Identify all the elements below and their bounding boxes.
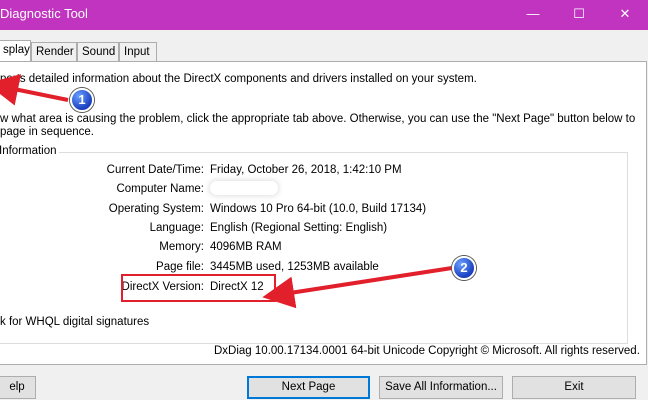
annotation-badge-2: 2	[452, 256, 476, 280]
directx-highlight-box	[121, 274, 276, 302]
label-operating-system: Operating System:	[108, 203, 204, 215]
value-language: English (Regional Setting: English)	[210, 222, 388, 234]
maximize-button[interactable]: ☐	[556, 0, 602, 30]
minimize-button[interactable]: —	[510, 0, 556, 30]
computer-name-redacted	[210, 181, 278, 195]
label-computer-name: Computer Name:	[116, 183, 204, 195]
intro-text-line2: w what area is causing the problem, clic…	[0, 113, 636, 125]
intro-text-line1: ports detailed information about the Dir…	[0, 73, 477, 85]
window-title: Diagnostic Tool	[0, 6, 88, 21]
label-page-file: Page file:	[156, 261, 204, 273]
tab-render[interactable]: Render	[31, 42, 77, 61]
close-button[interactable]: ✕	[602, 0, 648, 30]
next-page-button[interactable]: Next Page	[247, 376, 370, 399]
exit-button[interactable]: Exit	[512, 376, 636, 399]
value-memory: 4096MB RAM	[210, 241, 282, 253]
label-memory: Memory:	[159, 241, 204, 253]
intro-text-line3: page in sequence.	[0, 126, 94, 138]
value-date-time: Friday, October 26, 2018, 1:42:10 PM	[210, 164, 402, 176]
label-language: Language:	[149, 222, 204, 234]
whql-check-label[interactable]: k for WHQL digital signatures	[0, 316, 149, 328]
copyright-text: DxDiag 10.00.17134.0001 64-bit Unicode C…	[214, 345, 640, 357]
save-all-information-button[interactable]: Save All Information...	[379, 376, 503, 399]
tab-input[interactable]: Input	[119, 42, 157, 61]
group-label: Information	[0, 145, 59, 157]
label-date-time: Current Date/Time:	[106, 164, 204, 176]
tab-display[interactable]: splay	[0, 40, 31, 61]
help-button[interactable]: elp	[0, 376, 36, 399]
annotation-badge-1: 1	[70, 88, 94, 112]
value-page-file: 3445MB used, 1253MB available	[210, 261, 379, 273]
value-operating-system: Windows 10 Pro 64-bit (10.0, Build 17134…	[210, 203, 427, 215]
tab-sound[interactable]: Sound	[77, 42, 119, 61]
title-bar: Diagnostic Tool — ☐ ✕	[0, 0, 648, 30]
